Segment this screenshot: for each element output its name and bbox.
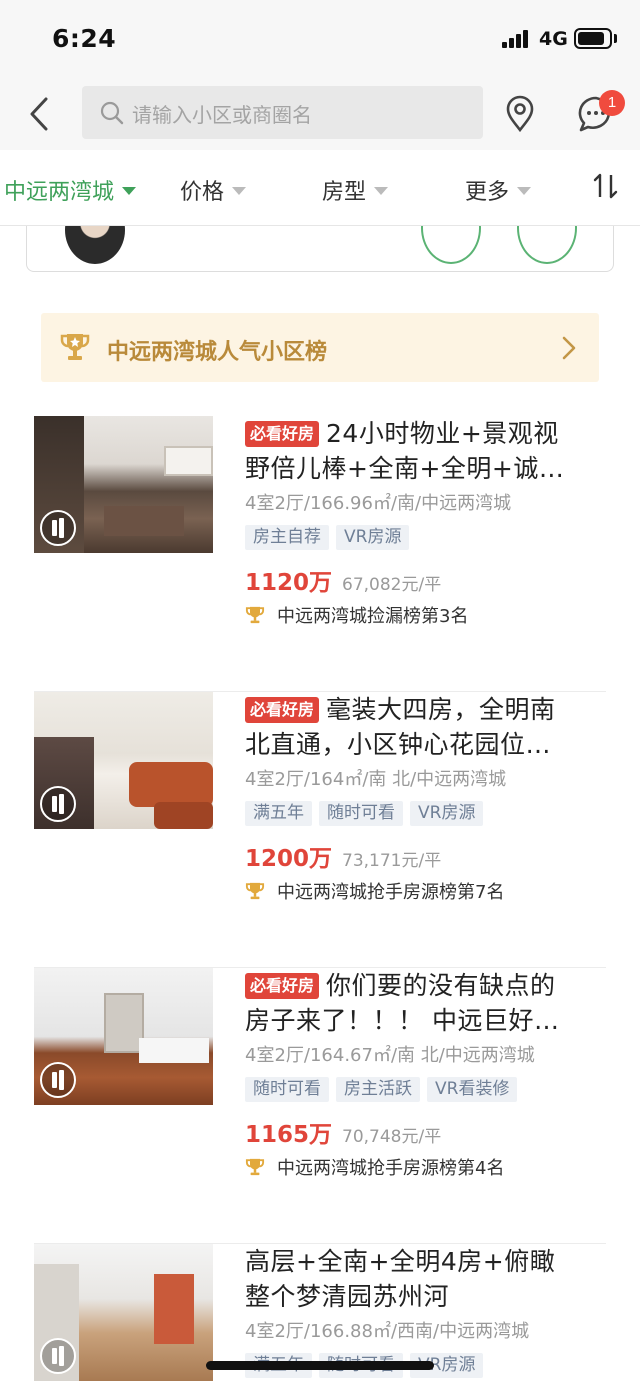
search-placeholder: 请输入小区或商圈名 (132, 103, 312, 127)
listing-meta: 4室2厅/166.88㎡/西南/中远两湾城 (245, 1321, 530, 1342)
trophy-icon (245, 882, 265, 900)
listing-unit-price: 70,748元/平 (342, 1127, 442, 1147)
listing-title: 必看好房 你们要的没有缺点的 房子来了！！！ 中远巨好… (245, 968, 600, 1038)
search-input[interactable]: 请输入小区或商圈名 (82, 86, 483, 139)
listing-item[interactable]: 必看好房 你们要的没有缺点的 房子来了！！！ 中远巨好… 4室2厅/164.67㎡… (34, 968, 606, 1244)
must-see-badge: 必看好房 (245, 697, 320, 723)
listing-photo (34, 968, 213, 1105)
community-ranking-banner[interactable]: 中远两湾城人气小区榜 (41, 313, 599, 382)
listing-rank: 中远两湾城抢手房源榜第7名 (245, 878, 504, 904)
ranking-banner-label: 中远两湾城人气小区榜 (107, 340, 328, 365)
must-see-badge: 必看好房 (245, 421, 320, 447)
caret-down-icon (232, 187, 247, 195)
listing-price: 1120万 (245, 570, 333, 596)
listing-price-row: 1120万 67,082元/平 (245, 563, 441, 597)
listing-rank-label: 中远两湾城抢手房源榜第4名 (277, 1158, 505, 1179)
listing-meta: 4室2厅/166.96㎡/南/中远两湾城 (245, 493, 512, 514)
network-label: 4G (539, 28, 568, 50)
listing-tag: 随时可看 (245, 1077, 329, 1102)
listing-tag: 随时可看 (319, 801, 403, 826)
listing-rank-label: 中远两湾城抢手房源榜第7名 (277, 882, 505, 903)
trophy-icon (245, 606, 265, 624)
listing-tag: VR房源 (410, 801, 484, 826)
avatar (65, 226, 125, 264)
listing-meta: 4室2厅/164㎡/南 北/中远两湾城 (245, 769, 507, 790)
agent-card[interactable] (26, 226, 614, 272)
vr-icon (40, 1062, 76, 1098)
nav-bar: 请输入小区或商圈名 (0, 78, 640, 150)
listing-item[interactable]: 必看好房 24小时物业+景观视 野倍儿棒+全南+全明+诚… 4室2厅/166.96… (34, 416, 606, 692)
listing-title-line2: 房子来了！！！ 中远巨好… (245, 1006, 560, 1035)
call-agent-button[interactable] (517, 226, 577, 264)
listing-rank: 中远两湾城捡漏榜第3名 (245, 602, 468, 628)
caret-down-icon (122, 187, 137, 195)
filter-area-label: 中远两湾城 (4, 180, 115, 205)
listing-tags: 满五年随时可看 VR房源 (245, 801, 490, 826)
vr-icon (40, 510, 76, 546)
battery-icon (574, 28, 612, 49)
listing-price-row: 1200万 73,171元/平 (245, 839, 441, 873)
caret-down-icon (374, 187, 389, 195)
notification-badge: 1 (599, 90, 625, 116)
chat-agent-button[interactable] (421, 226, 481, 264)
listing-tag: VR看装修 (427, 1077, 518, 1102)
listing-title-line1: 你们要的没有缺点的 (326, 971, 556, 1000)
listing-meta: 4室2厅/164.67㎡/南 北/中远两湾城 (245, 1045, 535, 1066)
listing-photo (34, 1244, 213, 1381)
caret-down-icon (517, 187, 532, 195)
listing-tag: VR房源 (336, 525, 410, 550)
chevron-right-icon (562, 336, 576, 360)
listing-tag: 满五年 (245, 801, 312, 826)
listing-photo (34, 692, 213, 829)
listing-tag: 房主自荐 (245, 525, 329, 550)
listing-tags: 随时可看 房主活跃 VR看装修 (245, 1077, 524, 1102)
status-bar: 6:24 4G (0, 0, 640, 78)
back-icon[interactable] (26, 96, 56, 132)
listing-rank-label: 中远两湾城捡漏榜第3名 (277, 606, 469, 627)
vr-icon (40, 1338, 76, 1374)
listing-title-line2: 整个梦清园苏州河 (245, 1282, 450, 1311)
listing-title: 必看好房 24小时物业+景观视 野倍儿棒+全南+全明+诚… (245, 416, 600, 486)
listing-title-line1: 毫装大四房，全明南 (326, 695, 556, 724)
filter-bar: 中远两湾城 价格 房型 更多 (0, 150, 640, 226)
sort-icon[interactable] (592, 172, 620, 200)
listing-title-line1: 高层+全南+全明4房+俯瞰 (245, 1247, 556, 1276)
filter-area[interactable]: 中远两湾城 (4, 174, 137, 206)
listing-title: 必看好房 毫装大四房，全明南 北直通，小区钟心花园位… (245, 692, 600, 762)
listing-price: 1200万 (245, 846, 333, 872)
listing-tag: 房主活跃 (336, 1077, 420, 1102)
listing-title-line2: 野倍儿棒+全南+全明+诚… (245, 454, 565, 483)
listing-rank: 中远两湾城抢手房源榜第4名 (245, 1154, 504, 1180)
filter-more-label: 更多 (465, 180, 510, 205)
listing-photo (34, 416, 213, 553)
location-icon[interactable] (504, 95, 536, 133)
search-icon (100, 101, 124, 125)
listing-title-line1: 24小时物业+景观视 (326, 419, 559, 448)
trophy-icon (60, 334, 90, 360)
listing-price-row: 1165万 70,748元/平 (245, 1115, 441, 1149)
listing-unit-price: 73,171元/平 (342, 851, 442, 871)
must-see-badge: 必看好房 (245, 973, 320, 999)
listing-unit-price: 67,082元/平 (342, 575, 442, 595)
vr-icon (40, 786, 76, 822)
trophy-icon (245, 1158, 265, 1176)
listing-item[interactable]: 必看好房 毫装大四房，全明南 北直通，小区钟心花园位… 4室2厅/164㎡/南 北… (34, 692, 606, 968)
filter-more[interactable]: 更多 (465, 174, 532, 206)
home-indicator (206, 1361, 434, 1370)
listing-title: 高层+全南+全明4房+俯瞰 整个梦清园苏州河 (245, 1244, 600, 1314)
filter-price-label: 价格 (180, 180, 225, 205)
signal-icon (502, 30, 532, 48)
status-time: 6:24 (52, 24, 117, 53)
listing-tags: 房主自荐 VR房源 (245, 525, 416, 550)
listing-title-line2: 北直通，小区钟心花园位… (245, 730, 552, 759)
filter-layout-label: 房型 (322, 180, 367, 205)
listing-price: 1165万 (245, 1122, 333, 1148)
filter-price[interactable]: 价格 (180, 174, 247, 206)
filter-layout[interactable]: 房型 (322, 174, 389, 206)
